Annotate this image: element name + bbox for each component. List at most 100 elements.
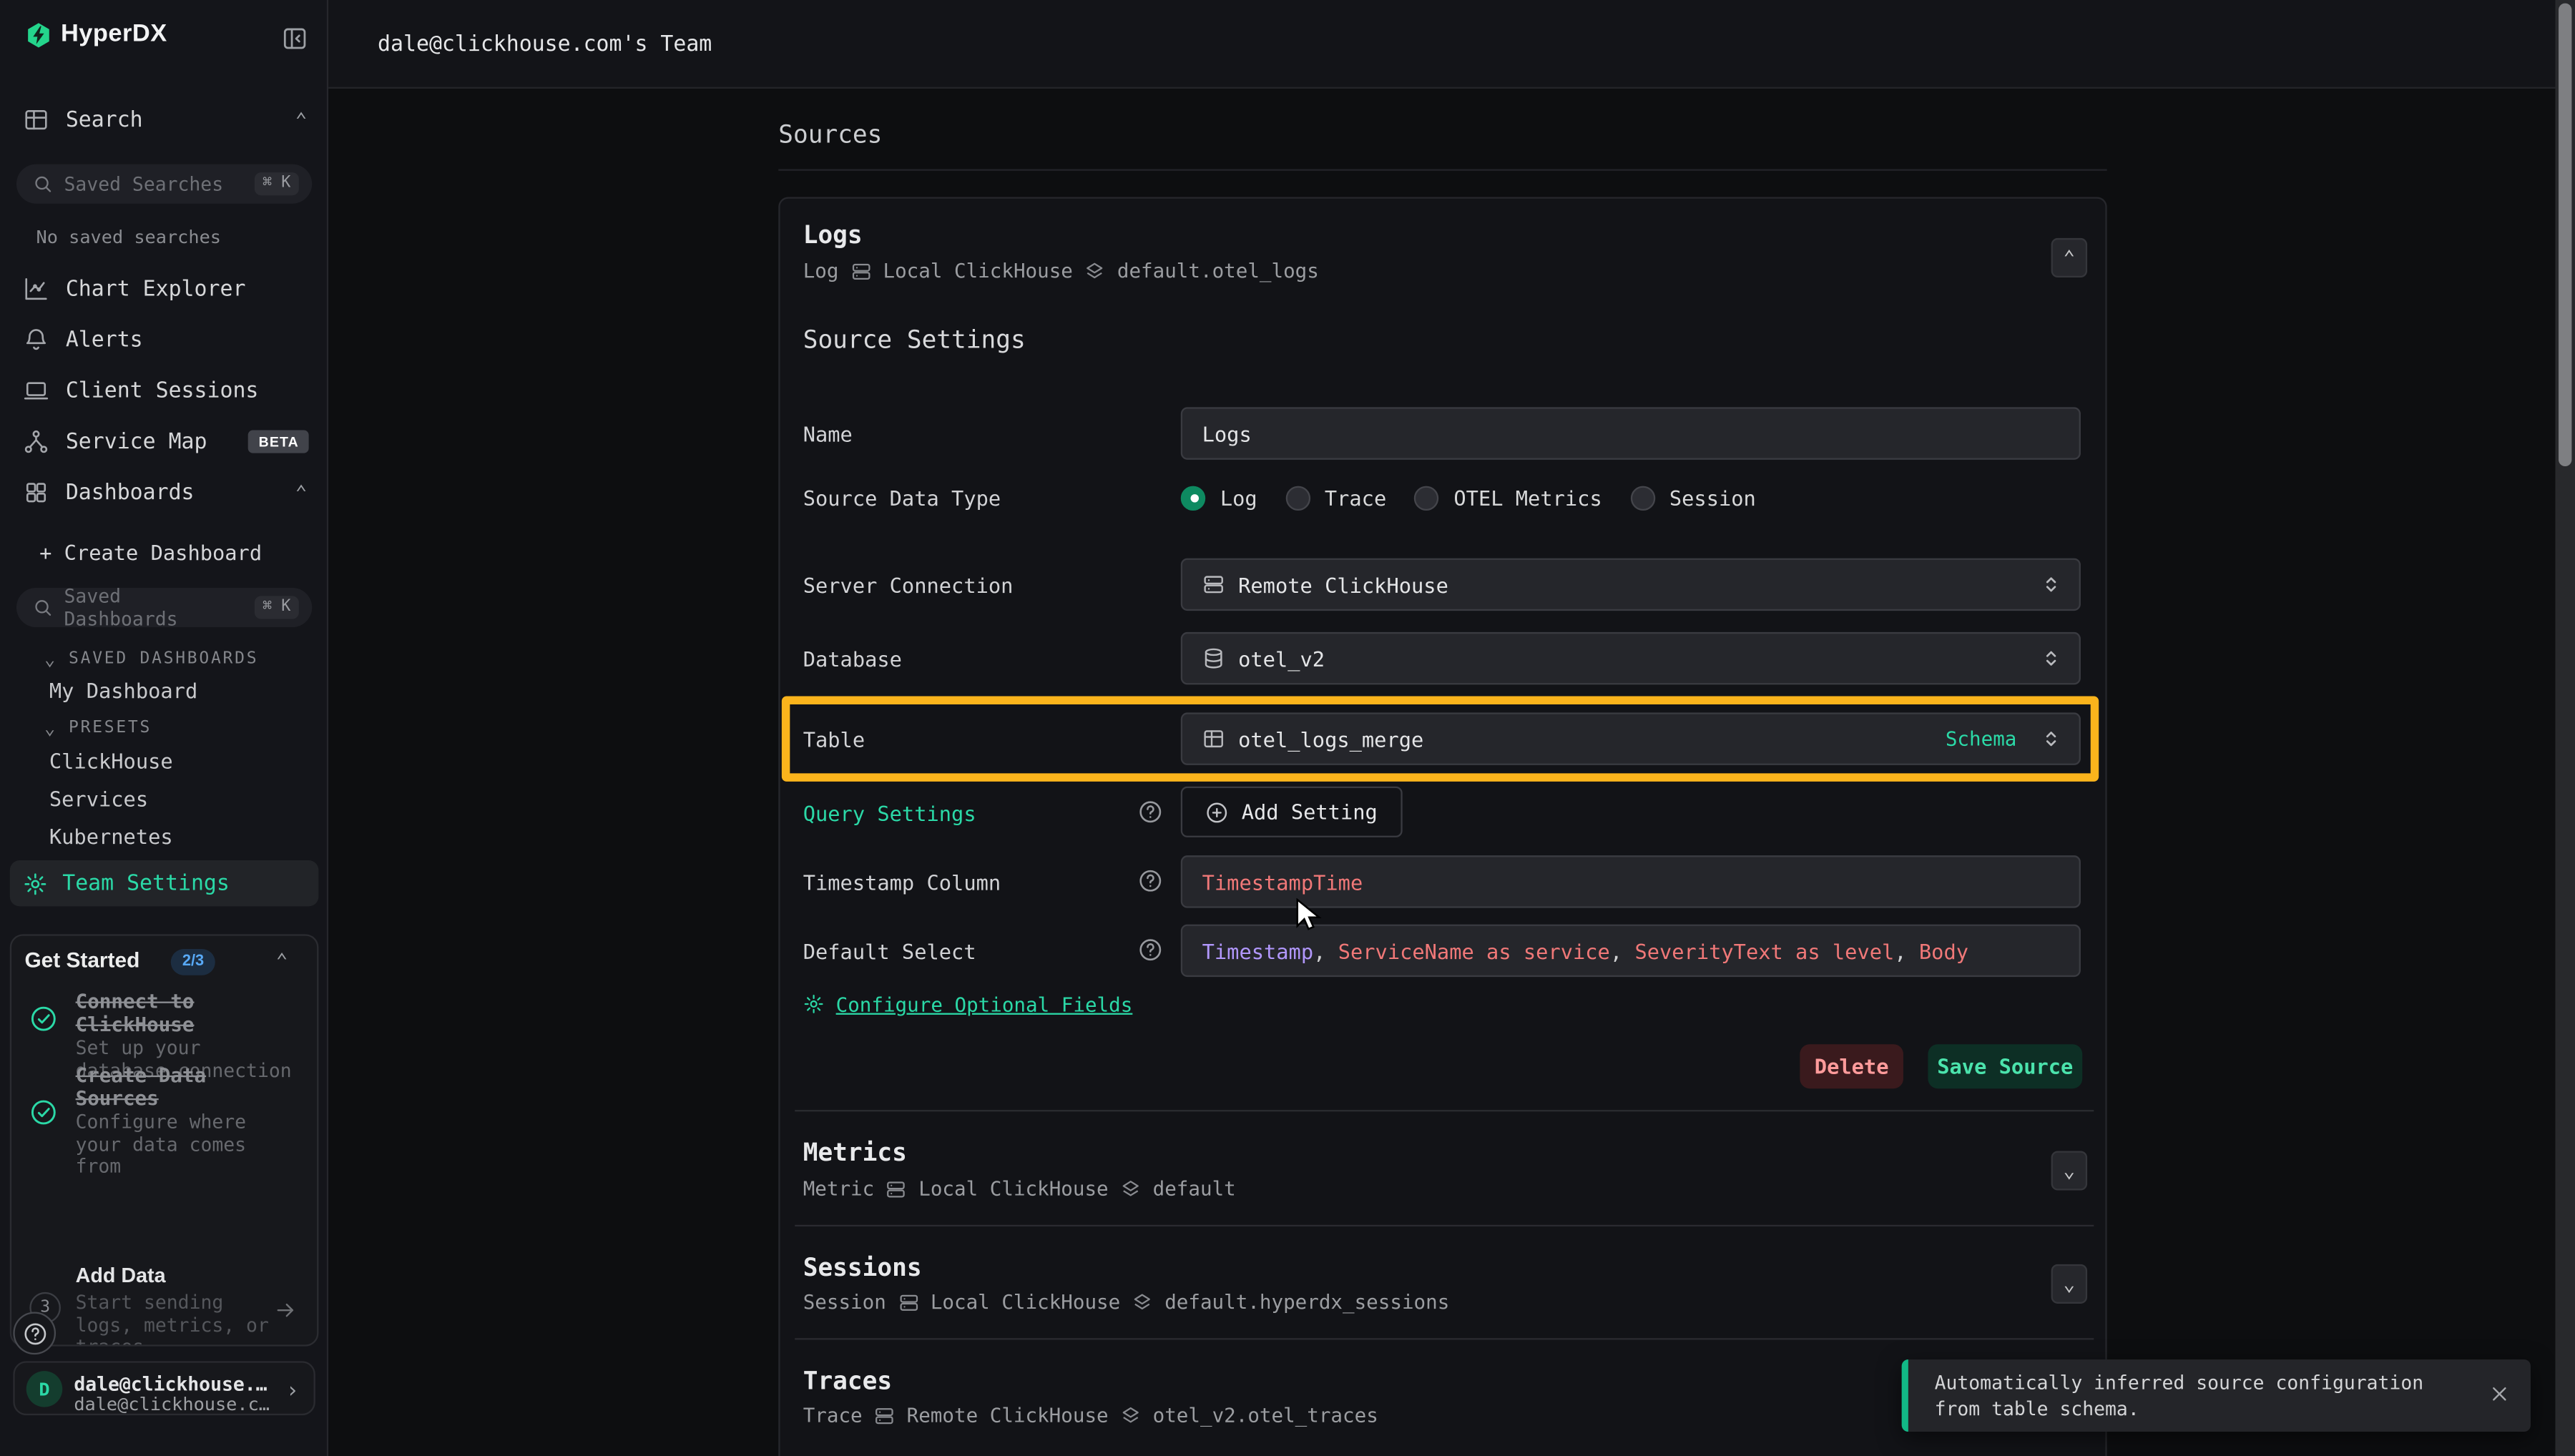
source-section-title: Traces xyxy=(803,1366,892,1395)
question-circle-icon[interactable] xyxy=(1138,938,1162,962)
shortcut-badge: ⌘ K xyxy=(254,173,298,195)
radio-log[interactable]: Log xyxy=(1181,485,1257,509)
get-started-item-desc: Start sending logs, metrics, or traces xyxy=(76,1292,269,1347)
sidebar-item-client-sessions[interactable]: Client Sessions xyxy=(0,366,328,415)
sidebar-item-label: Alerts xyxy=(66,328,143,352)
layers-icon xyxy=(1132,1292,1153,1313)
data-type-radio-group: Log Trace OTEL Metrics Session xyxy=(1181,471,1756,523)
query-settings-label: Query Settings xyxy=(803,787,976,839)
configure-optional-fields-link[interactable]: Configure Optional Fields xyxy=(836,993,1133,1016)
source-settings-heading: Source Settings xyxy=(803,325,1026,355)
avatar: D xyxy=(26,1371,63,1407)
user-email: dale@clickhouse.c… xyxy=(74,1393,270,1415)
check-circle-icon xyxy=(29,1098,57,1126)
default-select-input[interactable]: Timestamp, ServiceName as service, Sever… xyxy=(1181,925,2081,977)
expand-section-button[interactable]: ⌄ xyxy=(2051,1151,2088,1190)
sidebar-item-alerts[interactable]: Alerts xyxy=(0,315,328,365)
source-subtitle: Log Local ClickHouse default.otel_logs xyxy=(803,260,1319,282)
sidebar: HyperDX Search ⌃ Saved Searches ⌘ K No s… xyxy=(0,0,328,1456)
help-button[interactable] xyxy=(13,1312,56,1354)
table-value: otel_logs_merge xyxy=(1238,727,1423,751)
sidebar-item-services[interactable]: Services xyxy=(49,787,148,811)
no-saved-searches-text: No saved searches xyxy=(36,227,222,248)
server-icon xyxy=(898,1292,919,1313)
divider xyxy=(795,1110,2094,1111)
sidebar-item-chart-explorer[interactable]: Chart Explorer xyxy=(0,265,328,314)
sidebar-item-search[interactable]: Search ⌃ xyxy=(0,95,328,144)
table-select[interactable]: otel_logs_merge Schema xyxy=(1181,712,2081,764)
divider xyxy=(795,1338,2094,1339)
sidebar-item-label: Chart Explorer xyxy=(66,277,246,301)
table-icon xyxy=(1202,727,1225,750)
sidebar-item-clickhouse[interactable]: ClickHouse xyxy=(49,749,173,773)
saved-searches-input[interactable]: Saved Searches ⌘ K xyxy=(16,164,312,204)
app-title: HyperDX xyxy=(61,20,167,48)
save-source-button[interactable]: Save Source xyxy=(1928,1044,2082,1088)
sidebar-item-team-settings[interactable]: Team Settings xyxy=(10,860,319,906)
create-dashboard-button[interactable]: + Create Dashboard xyxy=(39,540,262,564)
sidebar-item-dashboards[interactable]: Dashboards ⌃ xyxy=(0,468,328,517)
schema-button[interactable]: Schema xyxy=(1946,727,2017,750)
toast-text: Automatically inferred source configurat… xyxy=(1935,1370,2424,1393)
database-select[interactable]: otel_v2 xyxy=(1181,632,2081,684)
get-started-item-title[interactable]: Add Data xyxy=(76,1264,166,1287)
saved-dashboards-section[interactable]: ⌄ SAVED DASHBOARDS xyxy=(44,649,258,670)
source-subtitle: Trace Remote ClickHouse otel_v2.otel_tra… xyxy=(803,1404,1378,1427)
caret-updown-icon xyxy=(2040,727,2063,750)
server-icon xyxy=(874,1405,896,1426)
expand-section-button[interactable]: ⌄ xyxy=(2051,1264,2088,1304)
name-input[interactable]: Logs xyxy=(1181,407,2081,459)
sidebar-item-label: Service Map xyxy=(66,429,207,453)
radio-session[interactable]: Session xyxy=(1630,485,1756,509)
app-window: HyperDX Search ⌃ Saved Searches ⌘ K No s… xyxy=(0,0,2575,1456)
radio-otel-metrics[interactable]: OTEL Metrics xyxy=(1414,485,1602,509)
sidebar-item-service-map[interactable]: Service Map BETA xyxy=(0,417,328,466)
name-label: Name xyxy=(803,407,853,459)
radio-icon xyxy=(1285,485,1310,509)
chevron-up-icon[interactable]: ⌃ xyxy=(276,949,288,972)
get-started-item-title[interactable]: Connect to ClickHouse xyxy=(76,992,299,1036)
user-account-button[interactable]: D dale@clickhouse.… dale@clickhouse.c… › xyxy=(13,1361,315,1415)
sql-token: Timestamp xyxy=(1202,938,1314,963)
question-circle-icon[interactable] xyxy=(1138,800,1162,824)
source-type-label: Trace xyxy=(803,1404,863,1427)
collapse-section-button[interactable]: ⌃ xyxy=(2051,238,2088,277)
timestamp-value: TimestampTime xyxy=(1202,870,1363,894)
scrollbar-track[interactable] xyxy=(2555,0,2575,1456)
network-icon xyxy=(23,428,49,455)
shortcut-badge: ⌘ K xyxy=(254,596,298,619)
question-circle-icon[interactable] xyxy=(1138,869,1162,893)
bell-icon xyxy=(23,327,49,353)
hyperdx-logo-icon xyxy=(24,21,52,49)
source-type-label: Session xyxy=(803,1291,886,1314)
sidebar-item-my-dashboard[interactable]: My Dashboard xyxy=(49,678,197,702)
search-icon xyxy=(33,174,53,194)
close-icon[interactable] xyxy=(2488,1382,2511,1405)
add-setting-button[interactable]: Add Setting xyxy=(1181,787,1402,837)
scrollbar-thumb[interactable] xyxy=(2559,4,2571,466)
divider xyxy=(778,169,2106,170)
gear-icon xyxy=(23,871,47,895)
sidebar-collapse-icon[interactable] xyxy=(281,24,309,52)
saved-dashboards-input[interactable]: Saved Dashboards ⌘ K xyxy=(16,588,312,627)
grid-icon xyxy=(23,479,49,506)
layers-icon xyxy=(1120,1405,1142,1426)
chevron-down-icon: ⌄ xyxy=(44,717,57,739)
data-type-label: Source Data Type xyxy=(803,471,1001,523)
presets-section[interactable]: ⌄ PRESETS xyxy=(44,717,152,739)
team-title: dale@clickhouse.com's Team xyxy=(378,33,712,57)
sql-token: , xyxy=(1894,938,1919,963)
get-started-item-title[interactable]: Create Data Sources xyxy=(76,1066,299,1110)
sidebar-item-kubernetes[interactable]: Kubernetes xyxy=(49,825,173,849)
server-connection-select[interactable]: Remote ClickHouse xyxy=(1181,559,2081,611)
plus-circle-icon xyxy=(1205,800,1228,823)
timestamp-input[interactable]: TimestampTime xyxy=(1181,855,2081,907)
sidebar-item-label: Client Sessions xyxy=(66,378,259,403)
source-subtitle: Session Local ClickHouse default.hyperdx… xyxy=(803,1291,1450,1314)
database-value: otel_v2 xyxy=(1238,646,1325,670)
radio-trace[interactable]: Trace xyxy=(1285,485,1387,509)
saved-dashboards-placeholder: Saved Dashboards xyxy=(64,584,243,630)
radio-icon xyxy=(1630,485,1654,509)
delete-button[interactable]: Delete xyxy=(1800,1044,1903,1088)
source-connection: Local ClickHouse xyxy=(883,260,1072,282)
